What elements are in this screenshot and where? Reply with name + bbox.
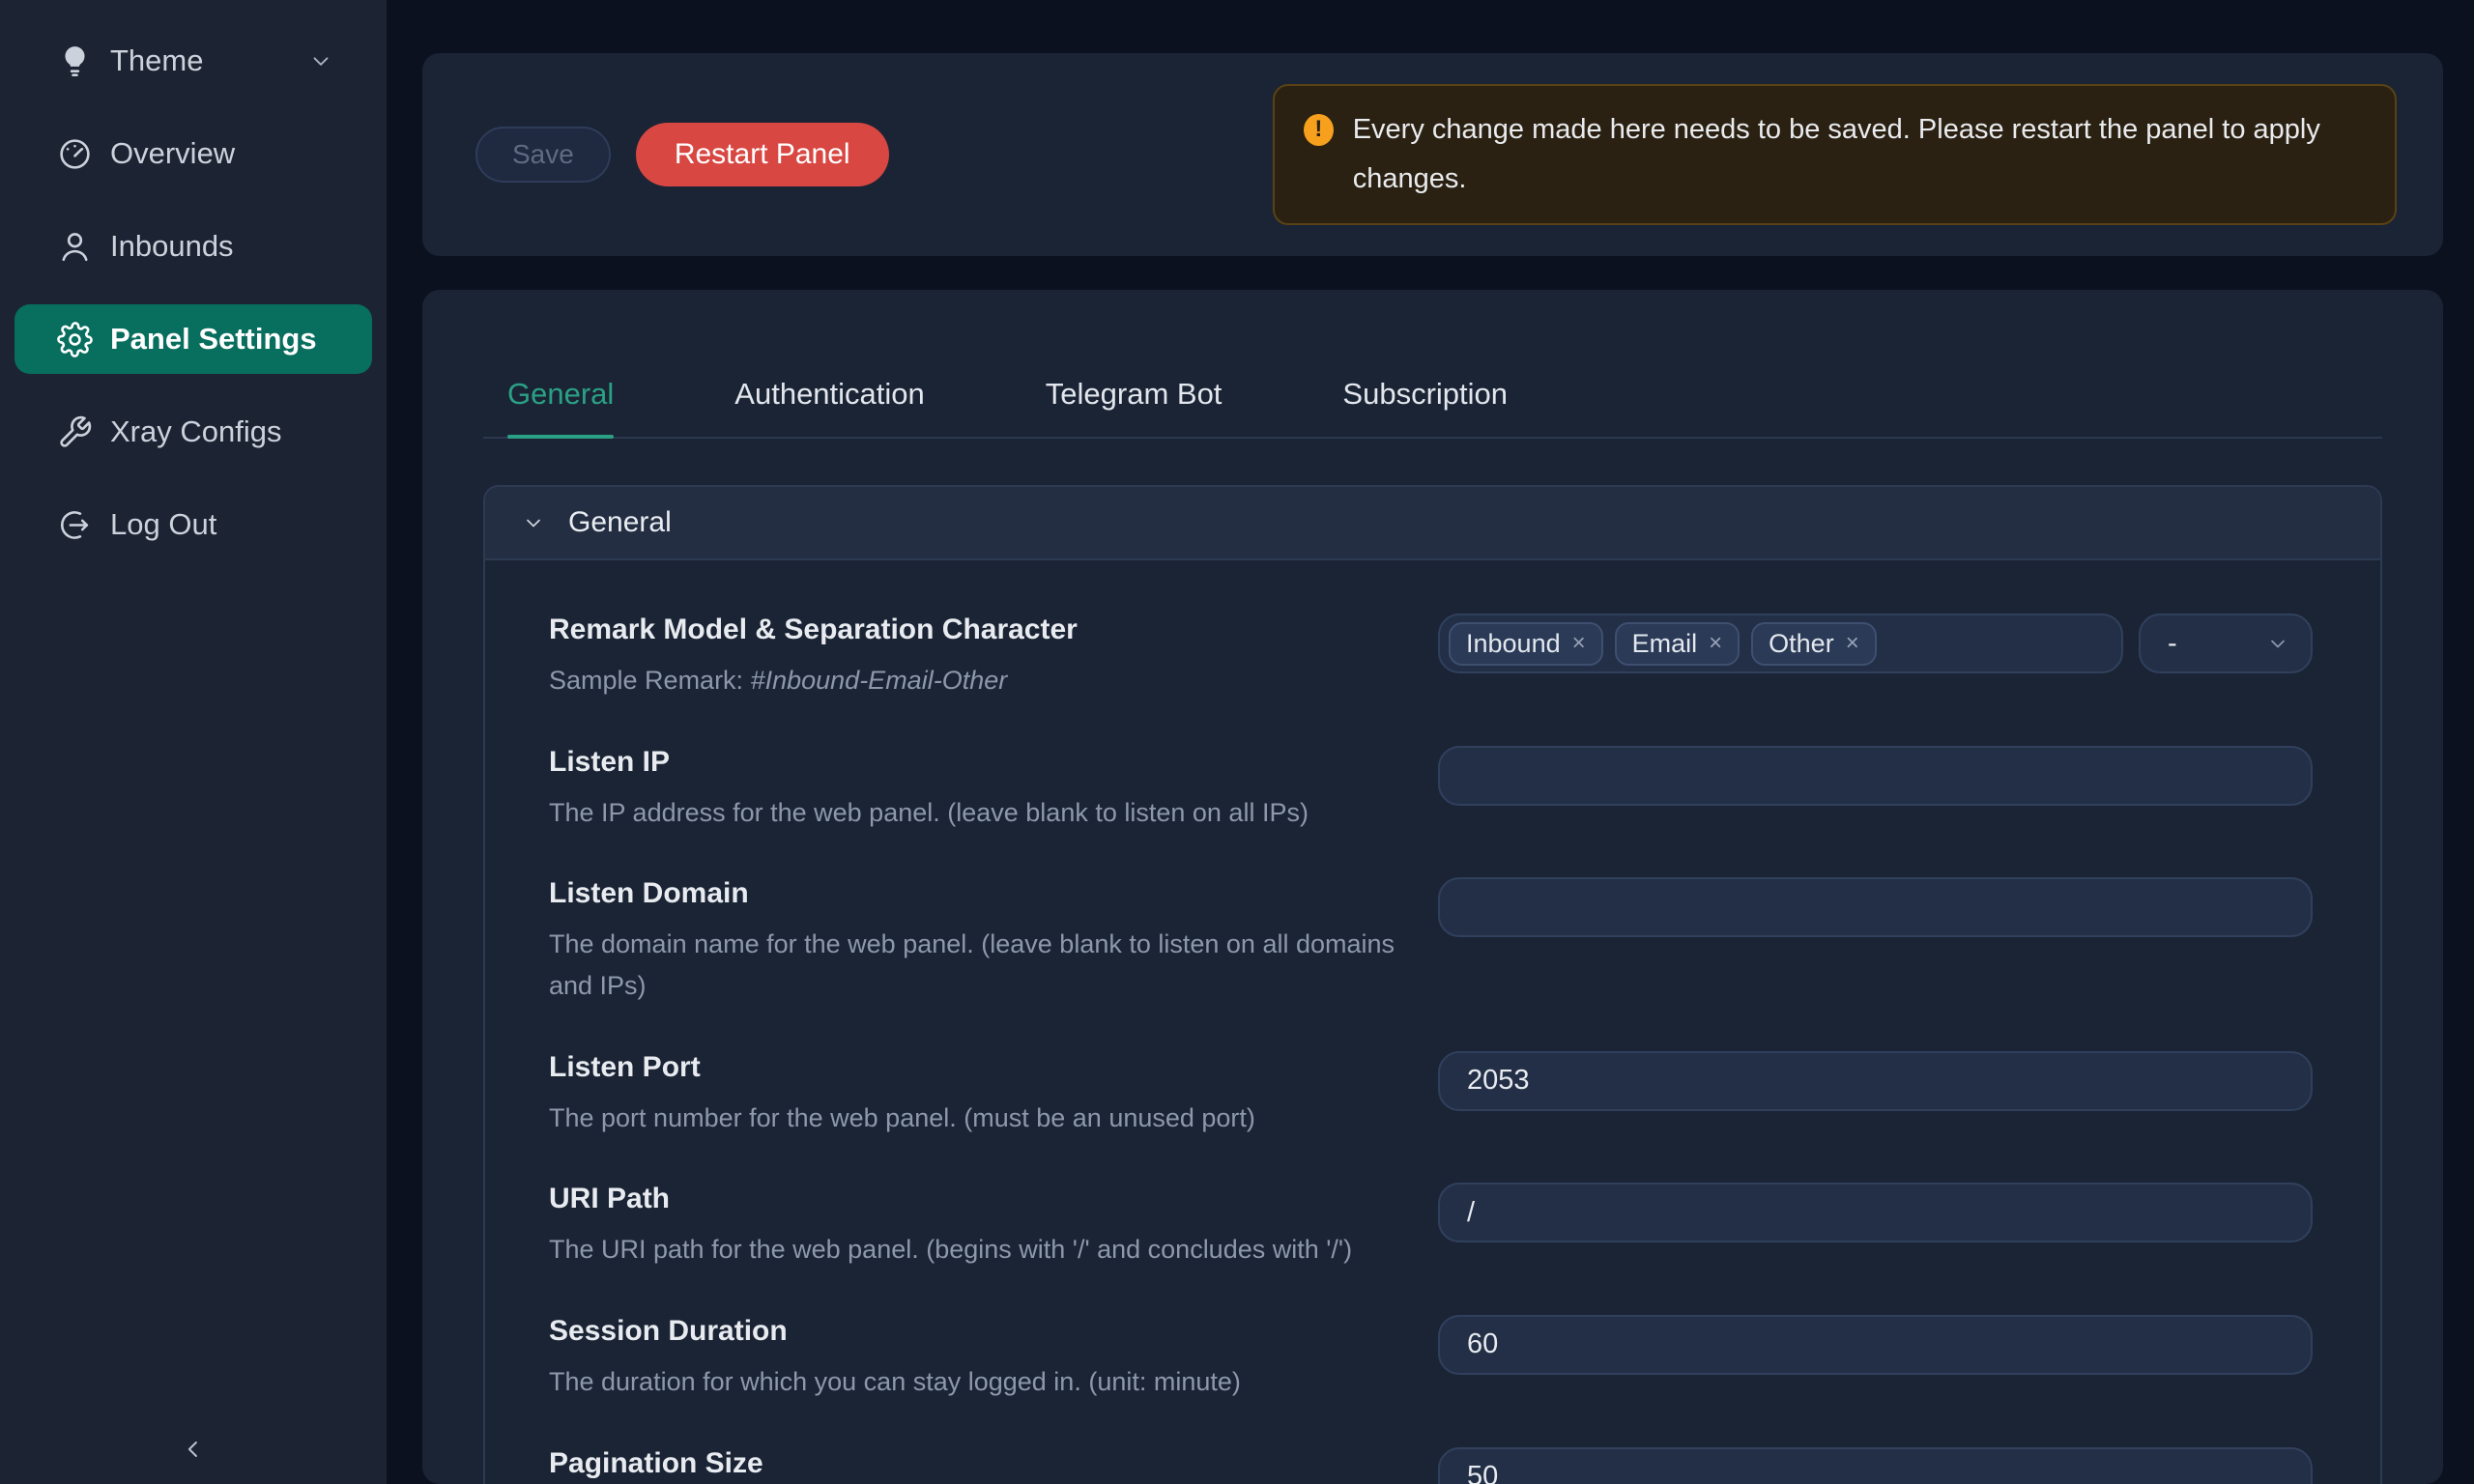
tag-label: Email (1632, 629, 1698, 659)
chevron-down-icon (308, 48, 333, 73)
settings-tabs: General Authentication Telegram Bot Subscri… (483, 377, 2382, 439)
form-row-session-duration: Session Duration The duration for which y… (549, 1315, 2313, 1403)
gear-icon (57, 322, 93, 357)
form-row-listen-ip: Listen IP The IP address for the web pane… (549, 746, 2313, 834)
tag-email: Email × (1615, 622, 1740, 666)
tag-other: Other × (1751, 622, 1877, 666)
sidebar: Theme Overview Inbounds Panel Settings Xray … (0, 0, 387, 1484)
form-row-uri-path: URI Path The URI path for the web panel. … (549, 1183, 2313, 1270)
listen-domain-input[interactable] (1438, 877, 2313, 937)
field-label: Listen Port (549, 1051, 1409, 1084)
field-description: The URI path for the web panel. (begins … (549, 1229, 1409, 1270)
chevron-left-icon (180, 1436, 207, 1463)
tab-subscription[interactable]: Subscription (1342, 377, 1508, 437)
dashboard-icon (57, 136, 93, 172)
session-duration-input[interactable] (1438, 1315, 2313, 1375)
field-control (1438, 877, 2313, 937)
listen-ip-input[interactable] (1438, 746, 2313, 806)
field-label: URI Path (549, 1183, 1409, 1215)
sidebar-item-log-out[interactable]: Log Out (14, 490, 372, 559)
field-label: Listen Domain (549, 877, 1409, 910)
wrench-icon (57, 414, 93, 450)
field-info: Remark Model & Separation Character Sampl… (549, 614, 1438, 701)
field-info: Pagination Size (549, 1447, 1438, 1480)
sidebar-item-label: Inbounds (110, 229, 234, 264)
sidebar-item-label: Log Out (110, 507, 216, 542)
field-info: Listen IP The IP address for the web pane… (549, 746, 1438, 834)
remove-tag-icon[interactable]: × (1709, 632, 1722, 655)
separator-value: - (2168, 628, 2177, 660)
sidebar-item-overview[interactable]: Overview (14, 119, 372, 188)
remove-tag-icon[interactable]: × (1846, 632, 1859, 655)
sidebar-item-xray-configs[interactable]: Xray Configs (14, 397, 372, 467)
field-control (1438, 746, 2313, 806)
field-label: Remark Model & Separation Character (549, 614, 1409, 646)
remark-model-select[interactable]: Inbound × Email × Other × (1438, 614, 2123, 673)
field-control (1438, 1183, 2313, 1242)
main-content: Save Restart Panel ! Every change made h… (387, 0, 2474, 1484)
logout-icon (57, 507, 93, 543)
separator-select[interactable]: - (2139, 614, 2313, 673)
actions-card: Save Restart Panel ! Every change made h… (422, 53, 2443, 256)
general-section-header[interactable]: General (485, 487, 2380, 560)
field-label: Pagination Size (549, 1447, 1409, 1480)
field-description: The IP address for the web panel. (leave… (549, 792, 1409, 834)
field-info: Session Duration The duration for which y… (549, 1315, 1438, 1403)
sidebar-item-label: Panel Settings (110, 322, 317, 357)
general-form: Remark Model & Separation Character Sampl… (485, 560, 2380, 1484)
tag-label: Inbound (1466, 629, 1561, 659)
sidebar-item-label: Xray Configs (110, 414, 281, 449)
pagination-size-input[interactable] (1438, 1447, 2313, 1484)
section-title: General (568, 506, 672, 539)
form-row-listen-port: Listen Port The port number for the web p… (549, 1051, 2313, 1139)
user-icon (57, 229, 93, 265)
bulb-icon (57, 43, 93, 79)
warning-icon: ! (1304, 114, 1334, 146)
field-info: URI Path The URI path for the web panel. … (549, 1183, 1438, 1270)
field-label: Session Duration (549, 1315, 1409, 1348)
tab-authentication[interactable]: Authentication (734, 377, 924, 437)
field-description: Sample Remark: #Inbound-Email-Other (549, 660, 1409, 701)
tab-telegram-bot[interactable]: Telegram Bot (1046, 377, 1223, 437)
restart-warning-alert: ! Every change made here needs to be sav… (1273, 84, 2397, 225)
field-label: Listen IP (549, 746, 1409, 779)
field-info: Listen Port The port number for the web p… (549, 1051, 1438, 1139)
sidebar-item-panel-settings[interactable]: Panel Settings (14, 304, 372, 374)
sidebar-collapse-button[interactable] (172, 1428, 215, 1470)
form-row-listen-domain: Listen Domain The domain name for the web… (549, 877, 2313, 1006)
general-section: General Remark Model & Separation Charac… (483, 485, 2382, 1484)
form-row-remark-model-separation-character: Remark Model & Separation Character Sampl… (549, 614, 2313, 701)
field-control (1438, 1315, 2313, 1375)
tag-label: Other (1769, 629, 1834, 659)
sidebar-menu: Theme Overview Inbounds Panel Settings Xray … (0, 26, 387, 559)
field-info: Listen Domain The domain name for the web… (549, 877, 1438, 1006)
save-button[interactable]: Save (475, 127, 611, 183)
tag-inbound: Inbound × (1449, 622, 1603, 666)
field-control: Inbound × Email × Other × - (1438, 614, 2313, 673)
chevron-down-icon (2266, 632, 2289, 655)
sidebar-item-label: Overview (110, 136, 235, 171)
sidebar-item-inbounds[interactable]: Inbounds (14, 212, 372, 281)
listen-port-input[interactable] (1438, 1051, 2313, 1111)
field-description: The domain name for the web panel. (leav… (549, 924, 1409, 1006)
tab-general[interactable]: General (507, 377, 614, 437)
field-control (1438, 1447, 2313, 1484)
alert-text: Every change made here needs to be saved… (1353, 105, 2366, 204)
sidebar-item-label: Theme (110, 43, 203, 78)
settings-card: General Authentication Telegram Bot Subscri… (422, 290, 2443, 1484)
form-row-pagination-size: Pagination Size (549, 1447, 2313, 1484)
sidebar-item-theme[interactable]: Theme (14, 26, 372, 96)
field-description: The duration for which you can stay logg… (549, 1361, 1409, 1403)
uri-path-input[interactable] (1438, 1183, 2313, 1242)
chevron-down-icon (522, 511, 545, 534)
field-control (1438, 1051, 2313, 1111)
remove-tag-icon[interactable]: × (1572, 632, 1586, 655)
field-description: The port number for the web panel. (must… (549, 1098, 1409, 1139)
restart-panel-button[interactable]: Restart Panel (636, 123, 889, 186)
